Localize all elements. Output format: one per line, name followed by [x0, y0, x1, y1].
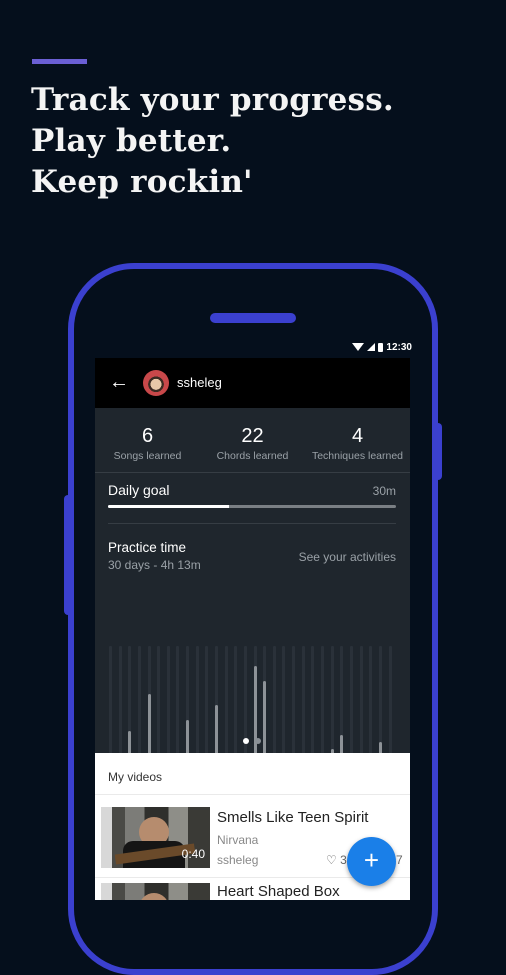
- add-video-button[interactable]: +: [347, 837, 396, 886]
- stat-value: 6: [141, 425, 154, 447]
- chart-bar[interactable]: [263, 681, 267, 757]
- section-title: My videos: [108, 770, 163, 784]
- video-duration: 0:40: [181, 847, 205, 861]
- chart-day-column: [118, 646, 122, 757]
- daily-goal-progress-bar: [108, 505, 396, 508]
- daily-goal-value: 30m: [372, 484, 396, 498]
- headline-line-1: Track your progress.: [31, 82, 394, 118]
- heart-icon: ♡: [326, 853, 337, 867]
- status-time: 12:30: [386, 341, 412, 353]
- signal-icon: [367, 343, 376, 351]
- stat-value: 22: [241, 425, 264, 447]
- chart-day-column: [272, 646, 276, 757]
- chart-day-column: [234, 646, 238, 757]
- promo-headline: Track your progress. Play better. Keep r…: [31, 80, 394, 203]
- avatar[interactable]: [143, 370, 169, 396]
- chart-day-column: [282, 646, 286, 757]
- video-thumbnail[interactable]: [101, 883, 210, 900]
- chart-day-column: [301, 646, 305, 757]
- chart-day-column: [311, 646, 315, 757]
- phone-volume-button: [64, 495, 72, 615]
- chart-day-column: [157, 646, 161, 757]
- pager-dot-active[interactable]: [243, 738, 249, 744]
- phone-speaker: [210, 313, 296, 323]
- chart-day-column: [137, 646, 141, 757]
- stat-label: Chords learned: [216, 450, 289, 462]
- chart-day-column: [176, 646, 180, 757]
- see-activities-link[interactable]: See your activities: [299, 550, 396, 564]
- wifi-icon: [352, 343, 365, 351]
- pager-dot[interactable]: [255, 738, 261, 744]
- phone-side-button: [434, 423, 442, 480]
- stat-songs: 6 Songs learned: [95, 424, 200, 464]
- likes-count[interactable]: ♡ 3: [326, 853, 347, 867]
- stat-techniques: 4 Techniques learned: [305, 424, 410, 464]
- headline-line-2: Play better.: [31, 123, 232, 159]
- chart-day-column: [349, 646, 353, 757]
- video-thumbnail[interactable]: 0:40: [101, 807, 210, 868]
- chart-day-column: [109, 646, 112, 757]
- chart-day-column: [224, 646, 228, 757]
- daily-goal-progress-fill: [108, 505, 229, 508]
- comments-count[interactable]: 7: [396, 853, 403, 867]
- likes-value: 3: [340, 853, 347, 867]
- stat-label: Songs learned: [113, 450, 182, 462]
- daily-goal-label: Daily goal: [108, 482, 170, 498]
- chart-day-column: [369, 646, 373, 757]
- username: ssheleg: [177, 375, 222, 390]
- practice-time-summary: 30 days - 4h 13m: [108, 558, 201, 572]
- video-user: ssheleg: [217, 853, 259, 867]
- chart-day-column: [359, 646, 363, 757]
- app-bar: ← ssheleg: [95, 358, 410, 408]
- divider: [108, 523, 396, 524]
- chart-bar[interactable]: [147, 693, 151, 757]
- video-title[interactable]: Smells Like Teen Spirit: [217, 809, 368, 826]
- chart-day-column: [195, 646, 199, 757]
- app-screen: ← ssheleg 6 Songs learned 22 Chords lear…: [95, 358, 410, 900]
- chart-bar[interactable]: [215, 704, 219, 757]
- plus-icon: +: [363, 845, 380, 875]
- battery-icon: [378, 342, 384, 352]
- chart-day-column: [378, 646, 382, 757]
- thumbnail-person: [139, 893, 169, 900]
- video-artist: Nirvana: [217, 833, 259, 847]
- status-bar: 12:30: [340, 340, 412, 354]
- stat-label: Techniques learned: [311, 450, 404, 462]
- progress-panel: 6 Songs learned 22 Chords learned 4 Tech…: [95, 408, 410, 766]
- chart-day-column: [166, 646, 170, 757]
- chart-day-column: [330, 646, 334, 757]
- video-title[interactable]: Heart Shaped Box: [217, 883, 340, 900]
- stat-chords: 22 Chords learned: [200, 424, 305, 464]
- chart-day-column: [292, 646, 296, 757]
- practice-time-title: Practice time: [108, 540, 187, 555]
- chart-day-column: [205, 646, 209, 757]
- back-arrow-icon[interactable]: ←: [109, 372, 129, 392]
- divider: [95, 794, 410, 795]
- chart-day-column: [388, 646, 392, 757]
- chart-day-column: [321, 646, 325, 757]
- accent-line: [32, 59, 87, 64]
- chart-bar[interactable]: [186, 720, 190, 757]
- divider: [95, 472, 410, 473]
- stat-value: 4: [351, 425, 364, 447]
- headline-line-3: Keep rockin': [31, 164, 253, 200]
